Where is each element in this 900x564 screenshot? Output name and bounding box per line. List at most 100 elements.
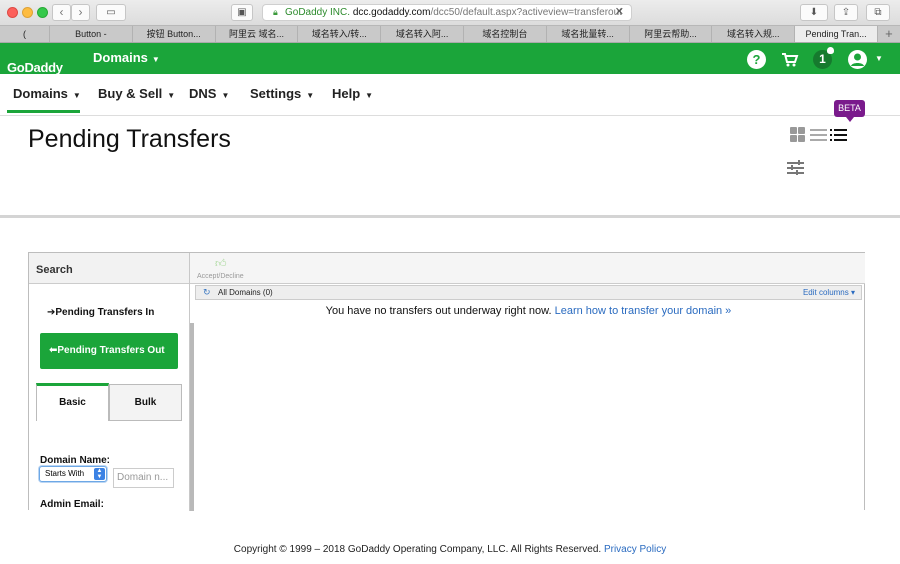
tabs-icon: ⧉ [874, 7, 882, 18]
chevron-down-icon: ▾ [850, 288, 855, 297]
search-heading: Search [29, 253, 189, 284]
browser-tab[interactable]: 域名转入规... [712, 26, 796, 42]
pending-transfers-out-button[interactable]: ⬅Pending Transfers Out [40, 333, 178, 369]
subnav-settings[interactable]: Settings ▼ [250, 86, 314, 101]
beta-badge: BETA [834, 100, 865, 122]
select-arrows-icon: ▲ ▼ [94, 468, 105, 480]
window-zoom-button[interactable] [37, 7, 48, 18]
subnav-help[interactable]: Help ▼ [332, 86, 373, 101]
reader-button[interactable]: ▣ [231, 4, 253, 21]
edit-columns-button[interactable]: Edit columns ▾ [803, 286, 855, 299]
search-sidebar: Search ➔Pending Transfers In ⬅Pending Tr… [29, 253, 190, 511]
user-avatar-icon[interactable] [848, 50, 867, 69]
bell-icon [827, 47, 834, 54]
plus-icon: + [885, 26, 893, 41]
chevron-down-icon[interactable]: ▼ [875, 54, 883, 63]
browser-tab[interactable]: 按钮 Button... [133, 26, 216, 42]
cart-icon[interactable] [780, 50, 799, 69]
tabs-overview-button[interactable]: ⧉ [866, 4, 890, 21]
chevron-down-icon: ▼ [72, 91, 81, 100]
subnav-label: Help [332, 86, 361, 101]
section-divider [0, 215, 900, 218]
accept-decline-label[interactable]: Accept/Decline [197, 273, 244, 280]
browser-tab[interactable]: ( [0, 26, 50, 42]
pending-out-label: Pending Transfers Out [57, 345, 165, 356]
chevron-down-icon: ▼ [221, 91, 230, 100]
domain-name-label: Domain Name: [40, 455, 111, 466]
active-tab-indicator [7, 110, 80, 113]
browser-tab[interactable]: 域名转入/转... [298, 26, 382, 42]
browser-tab[interactable]: 阿里云帮助... [630, 26, 713, 42]
sidebar-toggle-button[interactable]: ▭ [96, 4, 126, 21]
forward-button[interactable]: › [71, 4, 90, 21]
chevron-down-icon: ▼ [365, 91, 374, 100]
empty-message-text: You have no transfers out underway right… [325, 305, 552, 317]
new-tab-button[interactable]: + [878, 26, 900, 42]
help-icon[interactable]: ? [747, 50, 766, 69]
site-header: GoDaddy Domains ▼ ? 1 ▼ [0, 43, 900, 75]
browser-tab[interactable]: 阿里云 域名... [216, 26, 299, 42]
pending-transfers-in-link[interactable]: ➔Pending Transfers In [47, 307, 154, 318]
subnav-label: DNS [189, 86, 217, 101]
transfers-panel: Search ➔Pending Transfers In ⬅Pending Tr… [28, 252, 865, 511]
chevron-down-icon: ▼ [306, 91, 315, 100]
grid-filter-bar: ↻ All Domains (0) Edit columns ▾ [195, 285, 862, 300]
browser-tab[interactable]: 域名控制台 [464, 26, 547, 42]
share-icon: ⇪ [841, 7, 851, 18]
back-button[interactable]: ‹ [52, 4, 71, 21]
share-button[interactable]: ⇪ [834, 4, 858, 21]
all-domains-filter[interactable]: All Domains (0) [218, 286, 273, 299]
subnav-domains[interactable]: Domains ▼ [13, 86, 81, 101]
chevron-right-icon: › [78, 5, 83, 19]
subnav-label: Settings [250, 86, 302, 101]
browser-tab[interactable]: 域名转入阿... [381, 26, 464, 42]
browser-toolbar: ‹ › ▭ ▣ 🔒︎ GoDaddy INC. dcc.godaddy.com/… [0, 0, 900, 25]
page-footer: Copyright © 1999 – 2018 GoDaddy Operatin… [0, 544, 900, 555]
chevron-left-icon: ‹ [59, 5, 64, 19]
sidebar-scrollbar[interactable] [190, 323, 194, 511]
window-close-button[interactable] [7, 7, 18, 18]
tab-basic[interactable]: Basic [36, 383, 109, 421]
browser-tab-bar: ( Button - 按钮 Button... 阿里云 域名... 域名转入/转… [0, 25, 900, 43]
notifications-button[interactable]: 1 [813, 47, 834, 69]
domain-name-input[interactable]: Domain n... [113, 468, 174, 488]
window-minimize-button[interactable] [22, 7, 33, 18]
refresh-icon[interactable]: ↻ [203, 286, 211, 299]
browser-tab[interactable]: Button - [50, 26, 133, 42]
browser-tab[interactable]: 域名批量转... [547, 26, 630, 42]
empty-state-message: You have no transfers out underway right… [195, 305, 862, 317]
learn-transfer-link[interactable]: Learn how to transfer your domain » [555, 305, 732, 317]
subnav-label: Buy & Sell [98, 86, 163, 101]
search-mode-tabs: Basic Bulk [36, 383, 182, 421]
subnav-label: Domains [13, 86, 68, 101]
privacy-policy-link[interactable]: Privacy Policy [604, 544, 666, 555]
subnav-buy-sell[interactable]: Buy & Sell ▼ [98, 86, 175, 101]
godaddy-logo[interactable]: GoDaddy [7, 60, 63, 75]
filter-settings-icon[interactable] [787, 160, 804, 176]
pending-in-label: Pending Transfers In [55, 307, 155, 318]
subnav-dns[interactable]: DNS ▼ [189, 86, 229, 101]
match-type-value: Starts With [45, 469, 85, 478]
list-view-icon[interactable] [810, 128, 827, 142]
downloads-button[interactable]: ⬇ [800, 4, 828, 21]
page-title: Pending Transfers [28, 125, 231, 153]
product-menu-label: Domains [93, 50, 148, 65]
browser-tab-active[interactable]: Pending Tran... [795, 26, 878, 42]
thumbs-up-icon[interactable]: 👍︎ [215, 257, 227, 270]
detail-list-view-icon[interactable] [830, 128, 847, 142]
lock-icon: 🔒︎ [273, 7, 278, 17]
copyright-text: Copyright © 1999 – 2018 GoDaddy Operatin… [233, 544, 602, 555]
chevron-down-icon: ▼ [151, 55, 160, 64]
product-menu[interactable]: Domains ▼ [93, 50, 160, 65]
grid-view-icon[interactable] [790, 127, 806, 143]
sub-navigation: Domains ▼ Buy & Sell ▼ DNS ▼ Settings ▼ Help… [0, 74, 900, 116]
address-bar[interactable]: 🔒︎ GoDaddy INC. dcc.godaddy.com/dcc50/de… [262, 4, 632, 21]
url-host: dcc.godaddy.com [352, 7, 431, 18]
tab-bulk[interactable]: Bulk [109, 384, 182, 421]
download-icon: ⬇ [809, 7, 819, 18]
close-icon[interactable]: ✕ [615, 5, 624, 20]
match-type-select[interactable]: Starts With ▲ ▼ [39, 466, 107, 482]
url-path: /dcc50/default.aspx?activeview=transfero… [430, 7, 622, 18]
view-switcher [790, 127, 850, 143]
notification-count: 1 [819, 52, 826, 66]
